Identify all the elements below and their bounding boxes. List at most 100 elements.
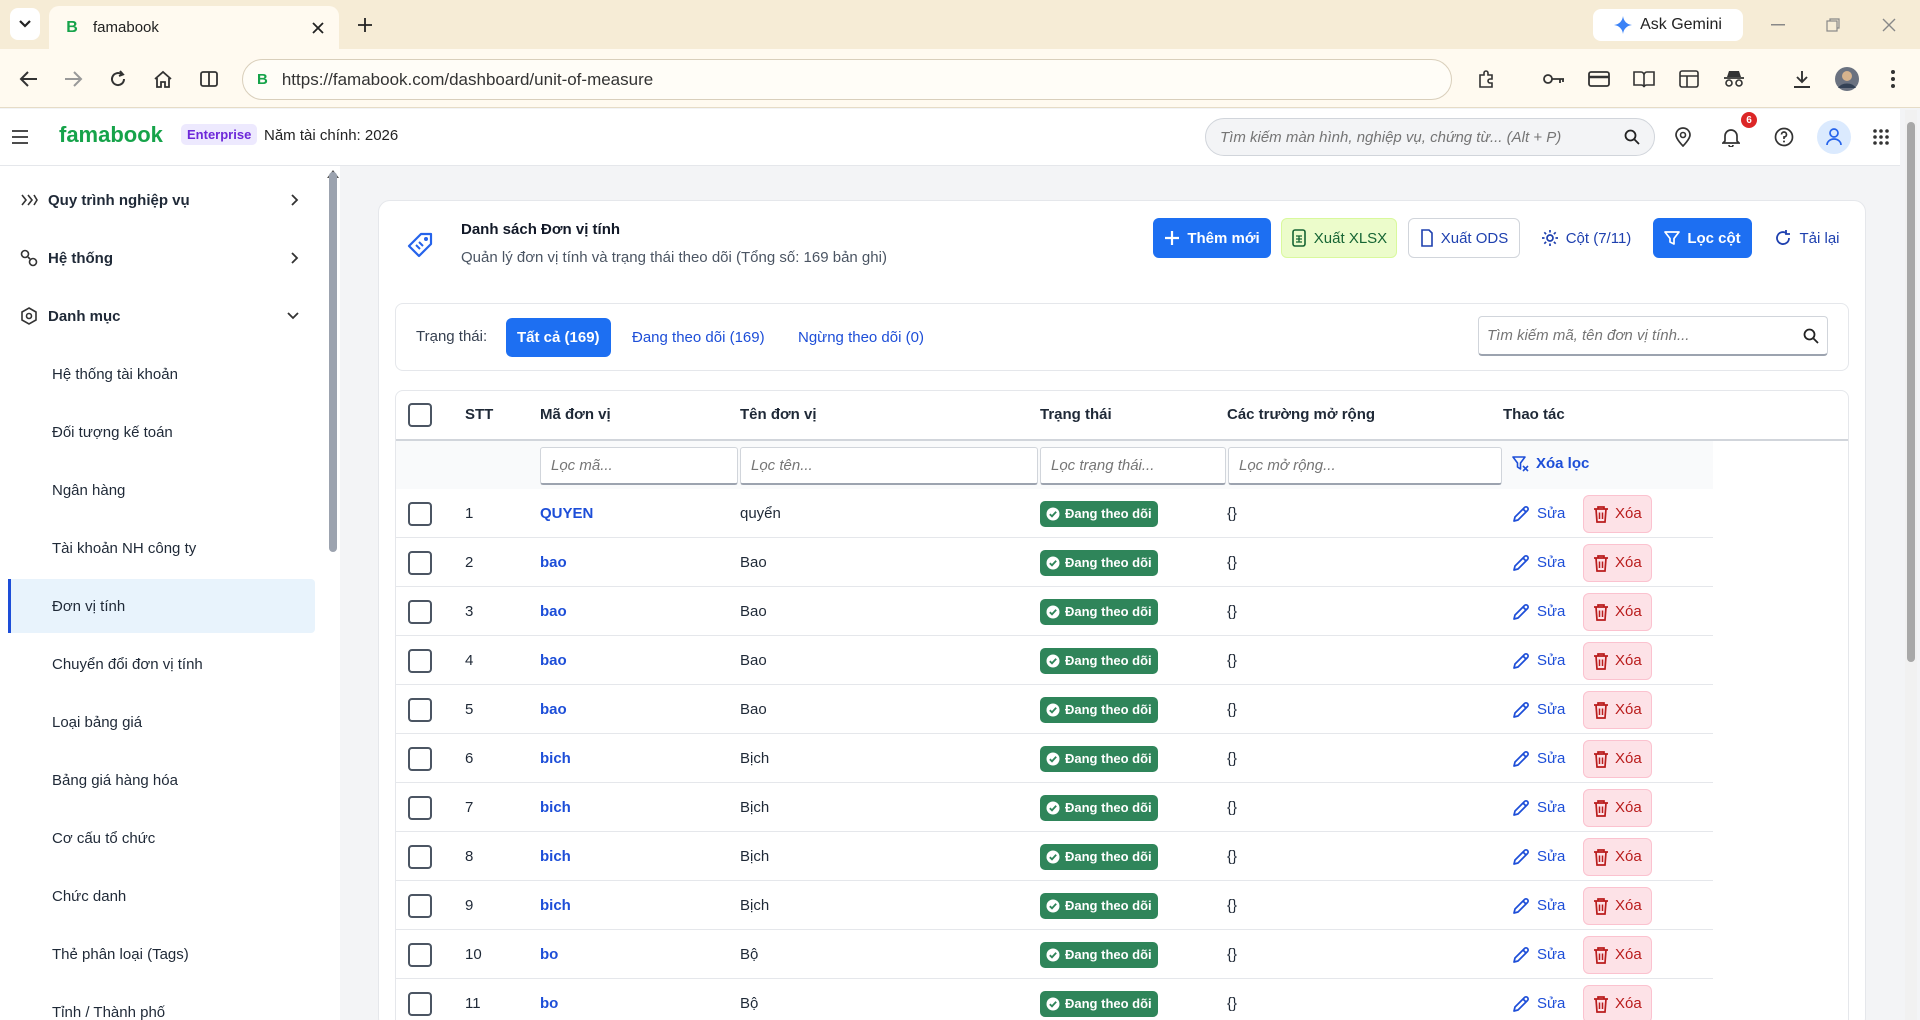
search-icon[interactable] bbox=[1624, 129, 1640, 145]
url-bar[interactable]: B https://famabook.com/dashboard/unit-of… bbox=[242, 59, 1452, 100]
row-checkbox[interactable] bbox=[408, 746, 432, 771]
edit-button[interactable]: Sửa bbox=[1512, 946, 1565, 964]
row-checkbox[interactable] bbox=[408, 697, 432, 722]
split-view-button[interactable] bbox=[194, 64, 224, 94]
export-ods-button[interactable]: Xuất ODS bbox=[1408, 218, 1520, 258]
row-code-link[interactable]: bich bbox=[540, 734, 571, 783]
row-code-link[interactable]: bao bbox=[540, 685, 567, 734]
help-button[interactable] bbox=[1769, 122, 1799, 152]
page-scrollbar[interactable] bbox=[1907, 122, 1915, 662]
edit-button[interactable]: Sửa bbox=[1512, 848, 1565, 866]
delete-button[interactable]: Xóa bbox=[1583, 592, 1652, 631]
sidebar-item-chuyen-doi-dvt[interactable]: Chuyển đổi đơn vị tính bbox=[8, 637, 315, 691]
back-button[interactable] bbox=[14, 64, 44, 94]
row-checkbox[interactable] bbox=[408, 795, 432, 820]
table-search[interactable] bbox=[1478, 316, 1828, 356]
minimize-button[interactable] bbox=[1763, 12, 1793, 38]
sidebar-item-co-cau-to-chuc[interactable]: Cơ cấu tổ chức bbox=[8, 811, 315, 865]
apps-button[interactable] bbox=[1866, 122, 1896, 152]
add-new-button[interactable]: Thêm mới bbox=[1153, 218, 1271, 258]
table-row[interactable]: 1 QUYEN quyển Đang theo dõi {} Sửa Xóa bbox=[396, 489, 1713, 538]
col-header-stt[interactable]: STT bbox=[465, 406, 493, 423]
status-chip-all[interactable]: Tất cả (169) bbox=[506, 318, 611, 357]
forward-button[interactable] bbox=[58, 64, 88, 94]
row-code-link[interactable]: bich bbox=[540, 881, 571, 930]
row-checkbox[interactable] bbox=[408, 501, 432, 526]
downloads-button[interactable] bbox=[1787, 64, 1817, 94]
edit-button[interactable]: Sửa bbox=[1512, 995, 1565, 1013]
table-row[interactable]: 7 bich Bịch Đang theo dõi {} Sửa Xóa bbox=[396, 783, 1713, 832]
row-code-link[interactable]: QUYEN bbox=[540, 489, 593, 538]
app-logo[interactable]: famabook bbox=[59, 122, 163, 148]
sidebar-item-doi-tuong-ke-toan[interactable]: Đối tượng kế toán bbox=[8, 405, 315, 459]
sidebar-group-danh-muc[interactable]: Danh mục bbox=[20, 296, 300, 336]
filter-name-input[interactable] bbox=[751, 457, 1027, 474]
ask-gemini-button[interactable]: Ask Gemini bbox=[1593, 9, 1743, 41]
sidebar-item-ngan-hang[interactable]: Ngân hàng bbox=[8, 463, 315, 517]
reading-mode-button[interactable] bbox=[1629, 64, 1659, 94]
row-code-link[interactable]: bao bbox=[540, 538, 567, 587]
table-row[interactable]: 4 bao Bao Đang theo dõi {} Sửa Xóa bbox=[396, 636, 1713, 685]
col-header-code[interactable]: Mã đơn vị bbox=[540, 406, 611, 423]
col-header-name[interactable]: Tên đơn vị bbox=[740, 406, 817, 423]
table-row[interactable]: 9 bich Bịch Đang theo dõi {} Sửa Xóa bbox=[396, 881, 1713, 930]
table-row[interactable]: 2 bao Bao Đang theo dõi {} Sửa Xóa bbox=[396, 538, 1713, 587]
global-search-input[interactable] bbox=[1220, 128, 1624, 146]
search-icon[interactable] bbox=[1803, 328, 1819, 344]
global-search[interactable] bbox=[1205, 118, 1655, 156]
table-row[interactable]: 10 bo Bộ Đang theo dõi {} Sửa Xóa bbox=[396, 930, 1713, 979]
sidebar-item-loai-bang-gia[interactable]: Loại bảng giá bbox=[8, 695, 315, 749]
row-checkbox[interactable] bbox=[408, 844, 432, 869]
table-row[interactable]: 5 bao Bao Đang theo dõi {} Sửa Xóa bbox=[396, 685, 1713, 734]
close-icon[interactable] bbox=[311, 21, 325, 35]
table-row[interactable]: 11 bo Bộ Đang theo dõi {} Sửa Xóa bbox=[396, 979, 1713, 1020]
fiscal-year[interactable]: Năm tài chính: 2026 bbox=[264, 127, 398, 144]
sidebar-group-quy-trinh[interactable]: Quy trình nghiệp vụ bbox=[20, 180, 300, 220]
reload-data-button[interactable]: Tải lại bbox=[1764, 218, 1850, 258]
delete-button[interactable]: Xóa bbox=[1583, 494, 1652, 533]
reload-button[interactable] bbox=[103, 64, 133, 94]
sidebar-item-don-vi-tinh[interactable]: Đơn vị tính bbox=[8, 579, 315, 633]
sidebar-item-tai-khoan-nh[interactable]: Tài khoản NH công ty bbox=[8, 521, 315, 575]
edit-button[interactable]: Sửa bbox=[1512, 505, 1565, 523]
filter-status-field[interactable] bbox=[1040, 447, 1226, 485]
filter-name-field[interactable] bbox=[740, 447, 1038, 485]
edit-button[interactable]: Sửa bbox=[1512, 603, 1565, 621]
row-checkbox[interactable] bbox=[408, 991, 432, 1016]
table-search-input[interactable] bbox=[1487, 327, 1803, 344]
row-code-link[interactable]: bo bbox=[540, 930, 558, 979]
delete-button[interactable]: Xóa bbox=[1583, 837, 1652, 876]
user-avatar[interactable] bbox=[1817, 120, 1851, 154]
incognito-button[interactable] bbox=[1719, 64, 1749, 94]
sidebar-item-chuc-danh[interactable]: Chức danh bbox=[8, 869, 315, 923]
edit-button[interactable]: Sửa bbox=[1512, 897, 1565, 915]
extensions-button[interactable] bbox=[1472, 64, 1502, 94]
browser-menu-button[interactable] bbox=[1878, 64, 1908, 94]
delete-button[interactable]: Xóa bbox=[1583, 984, 1652, 1020]
row-code-link[interactable]: bao bbox=[540, 636, 567, 685]
delete-button[interactable]: Xóa bbox=[1583, 935, 1652, 974]
filter-code-field[interactable] bbox=[540, 447, 738, 485]
filter-status-input[interactable] bbox=[1051, 457, 1215, 474]
browser-tab[interactable]: B famabook bbox=[49, 6, 339, 49]
location-button[interactable] bbox=[1668, 122, 1698, 152]
close-window-button[interactable] bbox=[1874, 12, 1904, 38]
home-button[interactable] bbox=[148, 64, 178, 94]
export-xlsx-button[interactable]: Xuất XLSX bbox=[1281, 218, 1397, 258]
table-row[interactable]: 6 bich Bịch Đang theo dõi {} Sửa Xóa bbox=[396, 734, 1713, 783]
delete-button[interactable]: Xóa bbox=[1583, 886, 1652, 925]
new-tab-button[interactable] bbox=[352, 12, 378, 38]
sidebar-item-bang-gia-hang-hoa[interactable]: Bảng giá hàng hóa bbox=[8, 753, 315, 807]
col-header-ext[interactable]: Các trường mở rộng bbox=[1227, 406, 1375, 423]
notifications-button[interactable] bbox=[1716, 122, 1746, 152]
row-checkbox[interactable] bbox=[408, 648, 432, 673]
sidebar-group-he-thong[interactable]: Hệ thống bbox=[20, 238, 300, 278]
filter-ext-input[interactable] bbox=[1239, 457, 1491, 474]
delete-button[interactable]: Xóa bbox=[1583, 739, 1652, 778]
row-code-link[interactable]: bo bbox=[540, 979, 558, 1020]
table-row[interactable]: 8 bich Bịch Đang theo dõi {} Sửa Xóa bbox=[396, 832, 1713, 881]
edit-button[interactable]: Sửa bbox=[1512, 799, 1565, 817]
filter-code-input[interactable] bbox=[551, 457, 727, 474]
status-chip-stopped[interactable]: Ngừng theo dõi (0) bbox=[787, 318, 935, 357]
passwords-button[interactable] bbox=[1539, 64, 1569, 94]
